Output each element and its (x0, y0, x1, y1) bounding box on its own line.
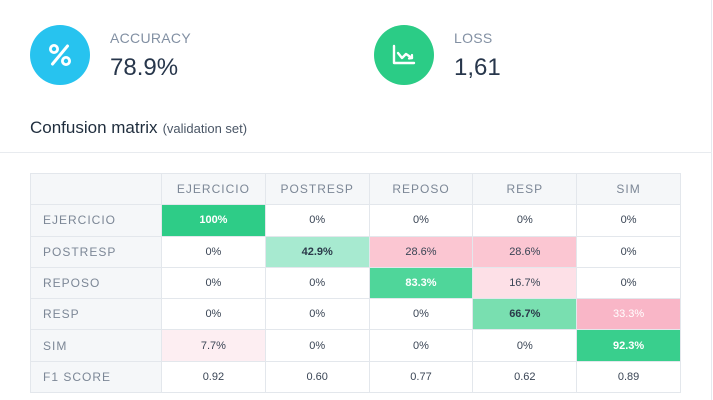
f1-score-cell: 0.60 (264, 360, 370, 394)
f1-score-cell: 0.62 (472, 360, 578, 394)
matrix-row-reposo: REPOSO 0% 0% 83.3% 16.7% 0% (30, 266, 681, 300)
matrix-cell: 92.3% (576, 329, 681, 362)
accuracy-value: 78.9% (110, 53, 179, 81)
matrix-cell: 0% (576, 266, 681, 300)
matrix-cell: 100% (161, 204, 266, 237)
row-header: RESP (30, 298, 162, 331)
confusion-matrix-table: EJERCICIO POSTRESP REPOSO RESP SIM EJERC… (30, 172, 681, 394)
matrix-cell: 0% (368, 298, 474, 331)
confusion-matrix-heading: Confusion matrix (validation set) (30, 118, 247, 138)
matrix-cell: 0% (161, 298, 266, 331)
matrix-cell: 7.7% (161, 329, 266, 362)
row-header: SIM (30, 329, 162, 362)
confusion-matrix-subtitle: (validation set) (162, 121, 248, 136)
column-header-ejercicio: EJERCICIO (161, 172, 266, 206)
f1-score-label: F1 SCORE (30, 360, 162, 394)
matrix-cell: 0% (472, 204, 578, 237)
matrix-cell: 0% (368, 204, 474, 237)
f1-score-cell: 0.92 (161, 360, 266, 394)
matrix-row-sim: SIM 7.7% 0% 0% 0% 92.3% (30, 329, 681, 362)
matrix-cell: 0% (264, 298, 370, 331)
f1-score-cell: 0.89 (576, 360, 681, 394)
matrix-cell: 0% (161, 266, 266, 300)
column-header-resp: RESP (472, 172, 578, 206)
matrix-row-resp: RESP 0% 0% 0% 66.7% 33.3% (30, 298, 681, 331)
loss-metric: LOSS 1,61 (374, 20, 501, 90)
matrix-row-postresp: POSTRESP 0% 42.9% 28.6% 28.6% 0% (30, 235, 681, 268)
row-header: EJERCICIO (30, 204, 162, 237)
matrix-cell: 28.6% (472, 235, 578, 268)
column-header-sim: SIM (576, 172, 681, 206)
accuracy-metric: ACCURACY 78.9% (30, 20, 191, 90)
matrix-cell: 33.3% (576, 298, 681, 331)
matrix-cell: 0% (472, 329, 578, 362)
matrix-cell: 16.7% (472, 266, 578, 300)
f1-score-cell: 0.77 (368, 360, 474, 394)
matrix-cell: 0% (576, 235, 681, 268)
matrix-cell: 0% (264, 204, 370, 237)
confusion-matrix-title: Confusion matrix (30, 118, 158, 137)
matrix-cell: 0% (576, 204, 681, 237)
matrix-cell: 42.9% (264, 235, 370, 268)
model-results-panel: ACCURACY 78.9% LOSS 1,61 Confusion matri… (0, 0, 712, 400)
matrix-cell: 0% (161, 235, 266, 268)
accuracy-label: ACCURACY (110, 29, 191, 46)
matrix-cell: 0% (264, 329, 370, 362)
row-header: POSTRESP (30, 235, 162, 268)
column-header-reposo: REPOSO (368, 172, 474, 206)
matrix-cell: 0% (264, 266, 370, 300)
matrix-cell: 28.6% (368, 235, 474, 268)
loss-value: 1,61 (454, 53, 501, 81)
matrix-row-ejercicio: EJERCICIO 100% 0% 0% 0% 0% (30, 204, 681, 237)
divider (0, 152, 712, 153)
percent-icon (30, 25, 90, 85)
trending-chart-icon (374, 25, 434, 85)
matrix-cell: 83.3% (368, 266, 474, 300)
column-header-postresp: POSTRESP (264, 172, 370, 206)
matrix-corner-cell (30, 172, 162, 206)
matrix-header-row: EJERCICIO POSTRESP REPOSO RESP SIM (30, 172, 681, 206)
matrix-cell: 66.7% (472, 298, 578, 331)
loss-label: LOSS (454, 29, 493, 46)
matrix-cell: 0% (368, 329, 474, 362)
row-header: REPOSO (30, 266, 162, 300)
f1-score-row: F1 SCORE 0.92 0.60 0.77 0.62 0.89 (30, 360, 681, 394)
